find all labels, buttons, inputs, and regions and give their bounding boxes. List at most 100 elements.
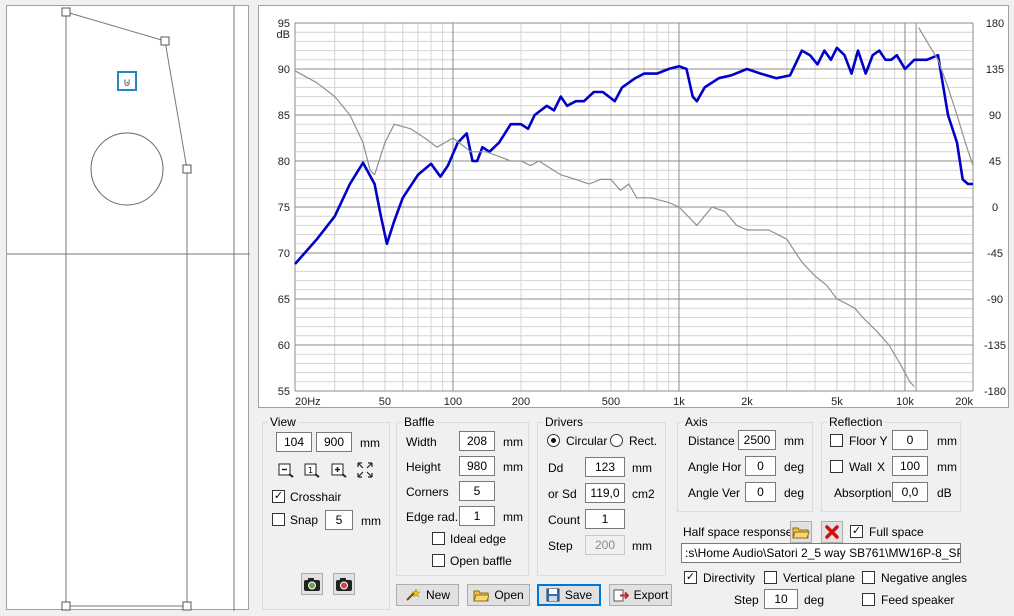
chart-svg: 20Hz 50 100 200 500 1k 2k 5k 10k 20k 55 60 65 70 75 80 8…	[277, 18, 1006, 408]
new-button[interactable]: New	[396, 584, 459, 606]
ideal-edge-checkbox[interactable]	[432, 532, 445, 545]
x-tick-label: 100	[444, 396, 462, 408]
y2-tick-label: -135	[984, 340, 1006, 352]
y-tick-label: 60	[278, 340, 290, 352]
rect-radio[interactable]	[610, 434, 623, 447]
feed-speaker-checkbox[interactable]	[862, 593, 875, 606]
driver-step-field[interactable]: 200	[585, 535, 625, 555]
view-unit: mm	[360, 436, 380, 450]
y2-tick-label: 90	[989, 110, 1001, 122]
x-tick-label: 2k	[741, 396, 753, 408]
snap-checkbox[interactable]	[272, 513, 285, 526]
directivity-step-label: Step	[734, 593, 759, 607]
crosshair-label: Crosshair	[290, 490, 342, 504]
count-field[interactable]: 1	[585, 509, 625, 529]
baffle-corners-field[interactable]: 5	[459, 481, 495, 501]
x-tick-label: 20Hz	[295, 396, 321, 408]
angle-hor-unit: deg	[784, 460, 805, 474]
open-label: Open	[494, 588, 524, 602]
crosshair-checkbox[interactable]: ✓	[272, 490, 285, 503]
ideal-edge-label: Ideal edge	[450, 532, 507, 546]
baffle-corners-label: Corners	[406, 485, 449, 499]
driver-step-unit: mm	[632, 539, 652, 553]
delete-x-icon[interactable]	[821, 521, 843, 543]
directivity-step-unit: deg	[804, 593, 825, 607]
wall-field[interactable]: 100	[892, 456, 928, 476]
floor-checkbox[interactable]	[830, 434, 843, 447]
svg-text:⊎: ⊎	[123, 76, 131, 89]
open-button[interactable]: Open	[467, 584, 530, 606]
floor-label: Floor Y	[849, 434, 888, 448]
dd-label: Dd	[548, 461, 564, 475]
vertical-plane-checkbox[interactable]	[764, 571, 777, 584]
save-button[interactable]: Save	[537, 584, 601, 606]
baffle-canvas[interactable]: ⊎	[6, 5, 250, 611]
export-button[interactable]: Export	[609, 584, 672, 606]
view-height-field[interactable]: 900	[316, 432, 352, 452]
snap-field[interactable]: 5	[325, 510, 353, 530]
baffle-edge-field[interactable]: 1	[459, 506, 495, 526]
floor-field[interactable]: 0	[892, 430, 928, 450]
y-tick-label: 90	[278, 64, 290, 76]
save-disk-icon	[546, 588, 560, 602]
drivers-title: Drivers	[543, 415, 585, 429]
phase-series-line	[294, 70, 915, 387]
new-label: New	[425, 588, 450, 602]
absorption-field[interactable]: 0,0	[892, 482, 928, 502]
sd-label: or Sd	[548, 487, 577, 501]
response-chart[interactable]: 20Hz 50 100 200 500 1k 2k 5k 10k 20k 55 60 65 70 75 80 8…	[258, 5, 1009, 408]
feed-speaker-label: Feed speaker	[881, 593, 955, 607]
baffle-width-field[interactable]: 208	[459, 431, 495, 451]
x-tick-label: 500	[602, 396, 620, 408]
distance-label: Distance	[688, 434, 735, 448]
rect-label: Rect.	[629, 434, 658, 448]
circular-label: Circular	[566, 434, 608, 448]
sd-unit: cm2	[632, 487, 655, 501]
folder-open-icon[interactable]	[790, 521, 812, 543]
angle-hor-field[interactable]: 0	[745, 456, 776, 476]
y2-tick-label: 180	[986, 18, 1004, 30]
corner-handle	[61, 7, 71, 17]
baffle-height-label: Height	[406, 460, 441, 474]
y-tick-label: 75	[278, 202, 290, 214]
camera-icon[interactable]	[301, 573, 323, 595]
x-tick-label: 10k	[896, 396, 914, 408]
y-unit-label: dB	[277, 29, 290, 41]
directivity-checkbox[interactable]: ✓	[684, 571, 697, 584]
expand-icon[interactable]	[356, 461, 374, 479]
wall-checkbox[interactable]	[830, 460, 843, 473]
new-icon	[406, 588, 421, 601]
dd-unit: mm	[632, 461, 652, 475]
view-width-field[interactable]: 104	[276, 432, 312, 452]
open-baffle-checkbox[interactable]	[432, 554, 445, 567]
baffle-height-field[interactable]: 980	[459, 456, 495, 476]
distance-field[interactable]: 2500	[738, 430, 776, 450]
x-tick-label: 5k	[831, 396, 843, 408]
zoom-fit-icon[interactable]: 1	[303, 461, 321, 479]
camera-red-icon[interactable]	[333, 573, 355, 595]
baffle-width-label: Width	[406, 435, 437, 449]
circular-radio[interactable]	[547, 434, 560, 447]
sd-field[interactable]: 119,0	[585, 483, 625, 503]
distance-unit: mm	[784, 434, 804, 448]
absorption-unit: dB	[937, 486, 952, 500]
negative-angles-checkbox[interactable]	[862, 571, 875, 584]
zoom-in-icon[interactable]	[330, 461, 348, 479]
spl-series-line	[294, 46, 973, 265]
response-file-path[interactable]: :s\Home Audio\Satori 2_5 way SB761\MW16P…	[681, 543, 961, 563]
count-label: Count	[548, 513, 581, 527]
x-tick-label: 200	[512, 396, 530, 408]
angle-ver-field[interactable]: 0	[745, 482, 776, 502]
save-label: Save	[564, 588, 593, 602]
full-space-checkbox[interactable]: ✓	[850, 525, 863, 538]
directivity-step-field[interactable]: 10	[764, 589, 798, 609]
y2-tick-label: 0	[992, 202, 998, 214]
zoom-out-icon[interactable]	[277, 461, 295, 479]
y2-tick-label: -180	[984, 386, 1006, 398]
open-baffle-label: Open baffle	[450, 554, 512, 568]
wall-unit: mm	[937, 460, 957, 474]
dd-field[interactable]: 123	[585, 457, 625, 477]
angle-ver-unit: deg	[784, 486, 805, 500]
floor-unit: mm	[937, 434, 957, 448]
axis-title: Axis	[683, 415, 710, 429]
